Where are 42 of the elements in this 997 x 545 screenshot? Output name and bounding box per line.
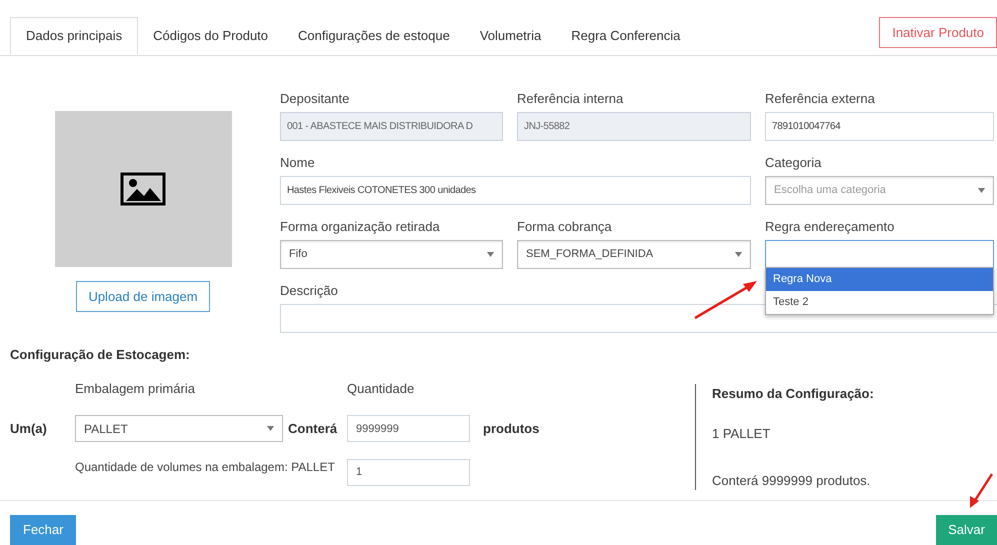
tab[interactable]: Dados principais xyxy=(10,17,138,55)
field-label: Categoria xyxy=(765,155,822,170)
text-field[interactable]: Hastes Flexiveis COTONETES 300 unidades xyxy=(280,176,751,205)
upload-image-button[interactable]: Upload de imagem xyxy=(76,281,210,312)
summary-line: Conterá 9999999 produtos. xyxy=(712,472,872,490)
tab[interactable]: Códigos do Produto xyxy=(138,17,284,55)
unit-label: Um(a) xyxy=(10,420,48,438)
field-label: Forma cobrança xyxy=(517,219,613,234)
caret-icon xyxy=(267,426,274,432)
combo-field[interactable] xyxy=(765,240,994,269)
tab[interactable]: Configurações de estoque xyxy=(283,17,465,55)
volumes-label: Quantidade de volumes na embalagem: PALLET xyxy=(75,459,336,476)
summary-line: 1 PALLET xyxy=(712,425,772,443)
products-label: produtos xyxy=(483,420,540,438)
caret-icon xyxy=(487,252,494,257)
contains-label: Conterá xyxy=(288,420,338,438)
field-label: Referência externa xyxy=(765,91,876,106)
summary-title: Resumo da Configuração: xyxy=(712,384,874,403)
field-label: Regra endereçamento xyxy=(765,219,896,234)
caret-icon xyxy=(978,188,985,193)
field-label: Nome xyxy=(280,155,316,170)
caret-icon xyxy=(735,252,742,257)
field-label: Forma organização retirada xyxy=(280,219,441,234)
quantity-field[interactable]: 9999999 xyxy=(347,415,470,442)
section-title: Configuração de Estocagem: xyxy=(10,346,191,364)
field-label: Descrição xyxy=(280,283,339,298)
volumes-field[interactable]: 1 xyxy=(347,458,470,486)
tab[interactable]: Volumetria xyxy=(464,17,556,55)
tab[interactable]: Regra Conferencia xyxy=(556,17,696,55)
annotation-arrow xyxy=(693,279,759,321)
field-label: Embalagem primária xyxy=(75,380,196,398)
select-field[interactable]: PALLET xyxy=(75,415,283,442)
field-label: Quantidade xyxy=(347,380,416,398)
text-field[interactable]: 7891010047764 xyxy=(765,112,994,141)
select-field[interactable]: SEM_FORMA_DEFINIDA xyxy=(517,240,751,269)
dropdown-option[interactable]: Regra Nova xyxy=(766,268,993,291)
field-label: Referência interna xyxy=(517,91,624,106)
dropdown-option[interactable]: Teste 2 xyxy=(766,291,993,314)
field-label: Depositante xyxy=(280,91,350,106)
inactivate-button[interactable]: Inativar Produto xyxy=(879,17,997,48)
image-icon xyxy=(120,172,166,206)
select-field[interactable]: Fifo xyxy=(280,240,503,269)
